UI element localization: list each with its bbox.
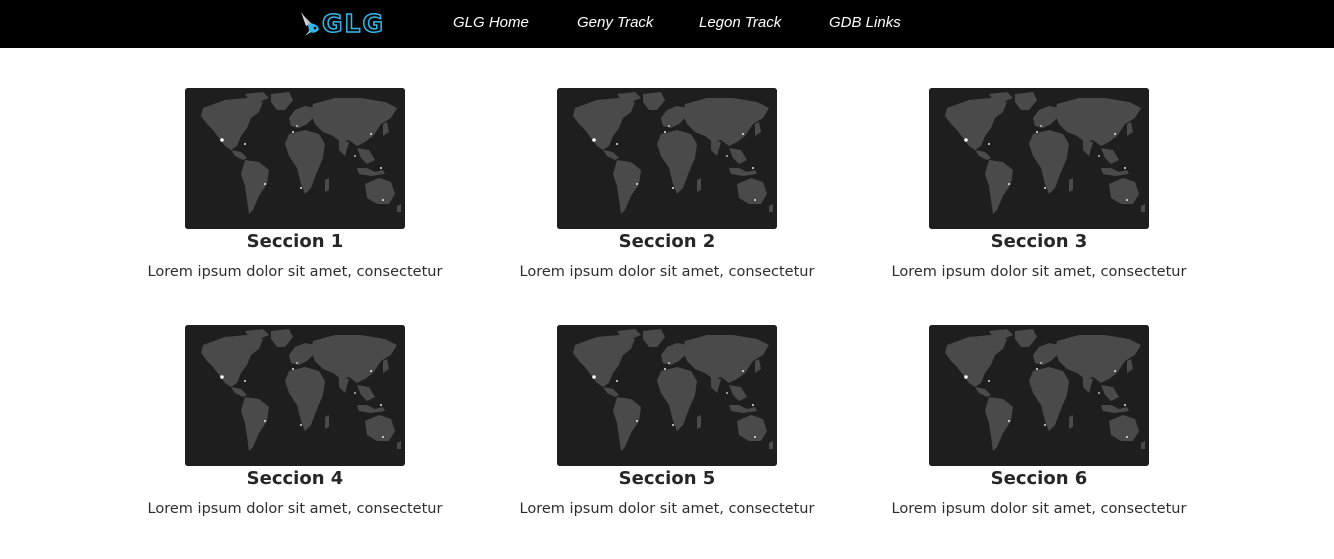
section-4-title: Seccion 4 <box>246 468 344 489</box>
section-3-map-image <box>929 88 1149 229</box>
world-map-icon <box>185 325 405 466</box>
section-3-title: Seccion 3 <box>990 231 1088 252</box>
section-2-map-image <box>557 88 777 229</box>
world-map-icon <box>557 325 777 466</box>
section-5-text: Lorem ipsum dolor sit amet, consectetur <box>519 501 815 517</box>
top-navbar: GLG GLG Home Geny Track Legon Track GDB … <box>0 0 1334 48</box>
section-4-text: Lorem ipsum dolor sit amet, consectetur <box>147 501 443 517</box>
section-2-title: Seccion 2 <box>618 231 716 252</box>
nav-glg-home[interactable]: GLG Home <box>453 14 529 31</box>
section-3-text: Lorem ipsum dolor sit amet, consectetur <box>891 264 1187 280</box>
section-6-map-image <box>929 325 1149 466</box>
world-map-icon <box>557 88 777 229</box>
section-2-text: Lorem ipsum dolor sit amet, consectetur <box>519 264 815 280</box>
section-6-title: Seccion 6 <box>990 468 1088 489</box>
world-map-icon <box>185 88 405 229</box>
section-6-text: Lorem ipsum dolor sit amet, consectetur <box>891 501 1187 517</box>
section-5-map-image <box>557 325 777 466</box>
logo-text: GLG <box>321 8 385 39</box>
nav-geny-track[interactable]: Geny Track <box>577 14 653 31</box>
world-map-icon <box>929 325 1149 466</box>
section-5-title: Seccion 5 <box>618 468 716 489</box>
section-4-map-image <box>185 325 405 466</box>
world-map-icon <box>929 88 1149 229</box>
section-1-text: Lorem ipsum dolor sit amet, consectetur <box>147 264 443 280</box>
nav-gdb-links[interactable]: GDB Links <box>829 14 901 31</box>
nav-legon-track[interactable]: Legon Track <box>699 14 781 31</box>
logo-link[interactable]: GLG <box>298 6 385 42</box>
section-1-map-image <box>185 88 405 229</box>
section-1-title: Seccion 1 <box>246 231 344 252</box>
rocket-bird-icon <box>301 12 319 36</box>
